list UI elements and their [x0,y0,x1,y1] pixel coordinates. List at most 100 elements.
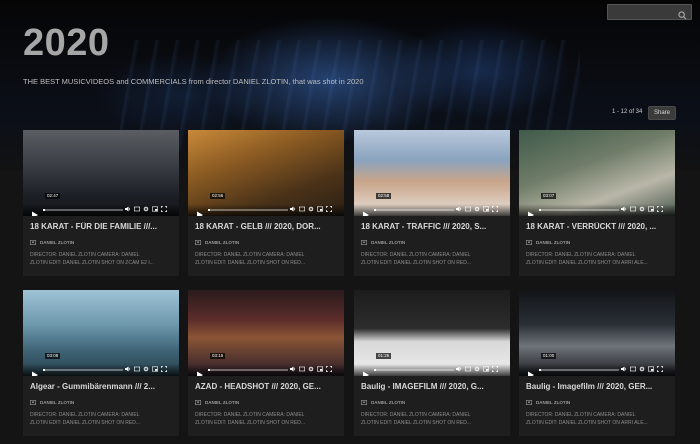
video-player[interactable]: 02:58 [354,130,510,216]
play-icon[interactable] [31,366,39,376]
video-author[interactable]: DANIEL ZLOTIN [526,240,570,246]
video-description: DIRECTOR: DANIEL ZLOTIN CAMERA: DANIEL Z… [30,251,174,267]
video-title[interactable]: 18 KARAT - TRAFFIC /// 2020, S... [361,222,505,231]
video-description: DIRECTOR: DANIEL ZLOTIN CAMERA: DANIEL Z… [361,251,505,267]
play-icon[interactable] [362,366,370,376]
gear-icon[interactable] [308,366,314,372]
play-icon[interactable] [527,366,535,376]
pip-icon[interactable] [152,366,158,372]
video-card[interactable]: 03:07 18 KARAT - VERRÜCKT /// 2020, ... … [519,130,675,276]
volume-icon[interactable] [125,366,131,372]
volume-icon[interactable] [621,206,627,212]
captions-icon[interactable] [630,206,636,212]
gear-icon[interactable] [639,366,645,372]
captions-icon[interactable] [299,366,305,372]
pip-icon[interactable] [317,206,323,212]
video-player[interactable]: 03:08 [23,290,179,376]
play-icon[interactable] [196,366,204,376]
pip-icon[interactable] [483,366,489,372]
play-icon[interactable] [362,206,370,216]
progress-bar[interactable] [43,209,123,211]
video-title[interactable]: Baulig - IMAGEFILM /// 2020, G... [361,382,505,391]
captions-icon[interactable] [465,206,471,212]
progress-bar[interactable] [539,209,619,211]
video-player[interactable]: 03:07 [519,130,675,216]
video-card[interactable]: 03:15 AZAD - HEADSHOT /// 2020, GE... DA… [188,290,344,436]
search-input[interactable] [608,8,678,23]
video-author[interactable]: DANIEL ZLOTIN [361,240,405,246]
play-icon[interactable] [527,206,535,216]
progress-bar[interactable] [374,369,454,371]
author-name: DANIEL ZLOTIN [371,400,406,405]
video-author[interactable]: DANIEL ZLOTIN [30,400,74,406]
video-author[interactable]: DANIEL ZLOTIN [361,400,406,406]
fullscreen-icon[interactable] [326,206,332,212]
gear-icon[interactable] [474,366,480,372]
search-box[interactable] [607,4,692,23]
timecode: 02:58 [376,193,392,199]
description-line: ZLOTIN EDIT: DANIEL ZLOTIN SHOT ON RED..… [195,260,306,266]
captions-icon[interactable] [465,366,471,372]
play-icon[interactable] [31,206,39,216]
volume-icon[interactable] [456,366,462,372]
fullscreen-icon[interactable] [492,366,498,372]
fullscreen-icon[interactable] [657,206,663,212]
video-card[interactable]: 03:08 Algear - Gummibärenmann /// 2... D… [23,290,179,436]
progress-bar[interactable] [43,369,123,371]
progress-bar[interactable] [539,369,619,371]
volume-icon[interactable] [290,366,296,372]
video-author[interactable]: DANIEL ZLOTIN [526,400,570,406]
video-title[interactable]: 18 KARAT - FÜR DIE FAMILIE ///... [30,222,174,231]
video-title[interactable]: Baulig - Imagefilm /// 2020, GER... [526,382,670,391]
volume-icon[interactable] [290,206,296,212]
video-card[interactable]: 01:00 Baulig - Imagefilm /// 2020, GER..… [519,290,675,436]
author-icon [195,400,202,406]
captions-icon[interactable] [134,206,140,212]
video-player[interactable]: 02:47 [23,130,179,216]
video-author[interactable]: DANIEL ZLOTIN [195,240,239,246]
video-title[interactable]: 18 KARAT - VERRÜCKT /// 2020, ... [526,222,670,231]
gear-icon[interactable] [143,366,149,372]
fullscreen-icon[interactable] [657,366,663,372]
video-player[interactable]: 01:26 [354,290,510,376]
video-card[interactable]: 01:26 Baulig - IMAGEFILM /// 2020, G... … [354,290,510,436]
volume-icon[interactable] [621,366,627,372]
video-card[interactable]: 02:58 18 KARAT - TRAFFIC /// 2020, S... … [354,130,510,276]
volume-icon[interactable] [125,206,131,212]
video-player[interactable]: 01:00 [519,290,675,376]
pip-icon[interactable] [317,366,323,372]
video-title[interactable]: AZAD - HEADSHOT /// 2020, GE... [195,382,339,391]
pip-icon[interactable] [648,206,654,212]
pip-icon[interactable] [483,206,489,212]
search-icon[interactable] [678,7,687,20]
gear-icon[interactable] [308,206,314,212]
pip-icon[interactable] [648,366,654,372]
gear-icon[interactable] [143,206,149,212]
captions-icon[interactable] [134,366,140,372]
gear-icon[interactable] [474,206,480,212]
video-title[interactable]: Algear - Gummibärenmann /// 2... [30,382,174,391]
video-player[interactable]: 02:56 [188,130,344,216]
pip-icon[interactable] [152,206,158,212]
progress-bar[interactable] [208,209,288,211]
description-line: DIRECTOR: DANIEL ZLOTIN CAMERA: DANIEL [195,252,305,258]
video-title[interactable]: 18 KARAT - GELB /// 2020, DOR... [195,222,339,231]
progress-bar[interactable] [374,209,454,211]
fullscreen-icon[interactable] [161,366,167,372]
gear-icon[interactable] [639,206,645,212]
progress-bar[interactable] [208,369,288,371]
play-icon[interactable] [196,206,204,216]
video-card[interactable]: 02:47 18 KARAT - FÜR DIE FAMILIE ///... … [23,130,179,276]
video-author[interactable]: DANIEL ZLOTIN [30,240,74,246]
share-button[interactable]: Share [648,106,676,120]
video-card[interactable]: 02:56 18 KARAT - GELB /// 2020, DOR... D… [188,130,344,276]
fullscreen-icon[interactable] [161,206,167,212]
progress-fill [374,369,376,371]
volume-icon[interactable] [456,206,462,212]
video-author[interactable]: DANIEL ZLOTIN [195,400,239,406]
fullscreen-icon[interactable] [326,366,332,372]
video-player[interactable]: 03:15 [188,290,344,376]
captions-icon[interactable] [630,366,636,372]
captions-icon[interactable] [299,206,305,212]
fullscreen-icon[interactable] [492,206,498,212]
